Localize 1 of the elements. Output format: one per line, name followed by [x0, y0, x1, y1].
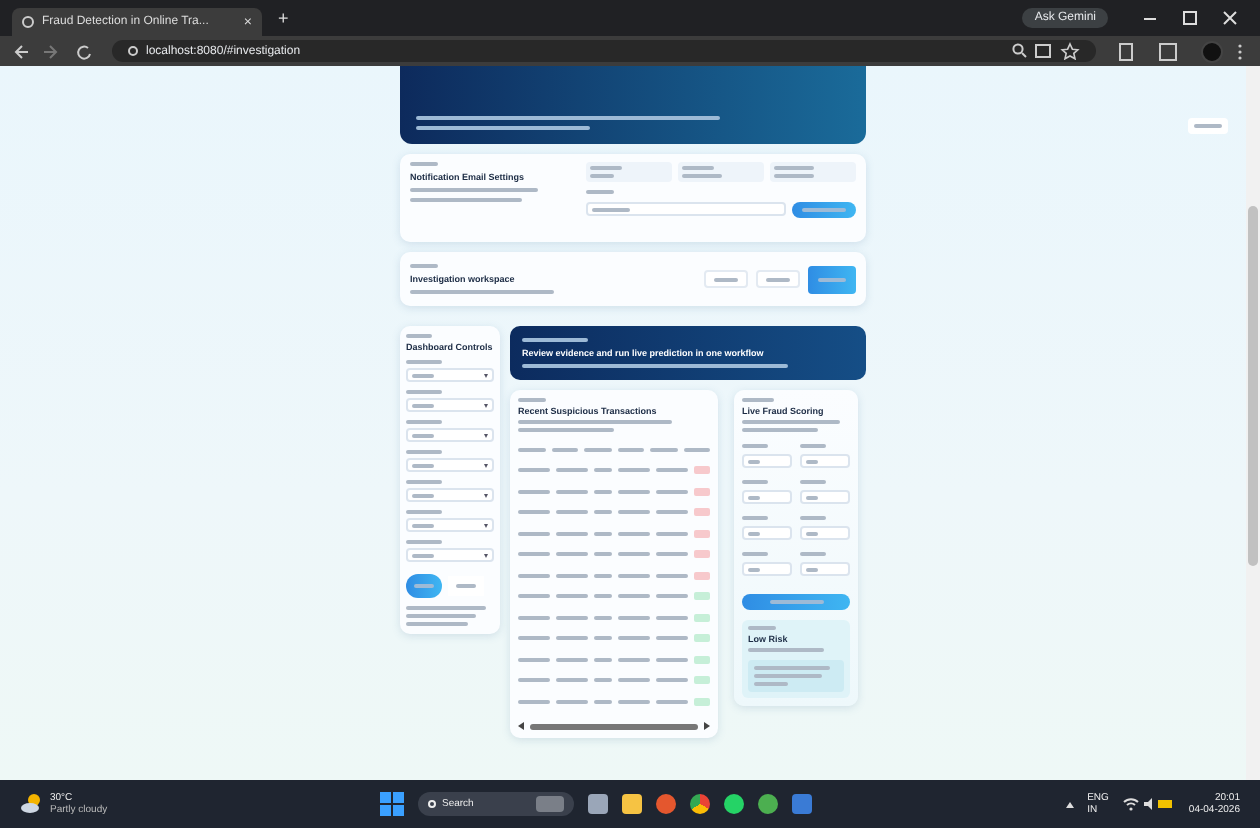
new-tab-button[interactable]: +	[278, 8, 289, 28]
